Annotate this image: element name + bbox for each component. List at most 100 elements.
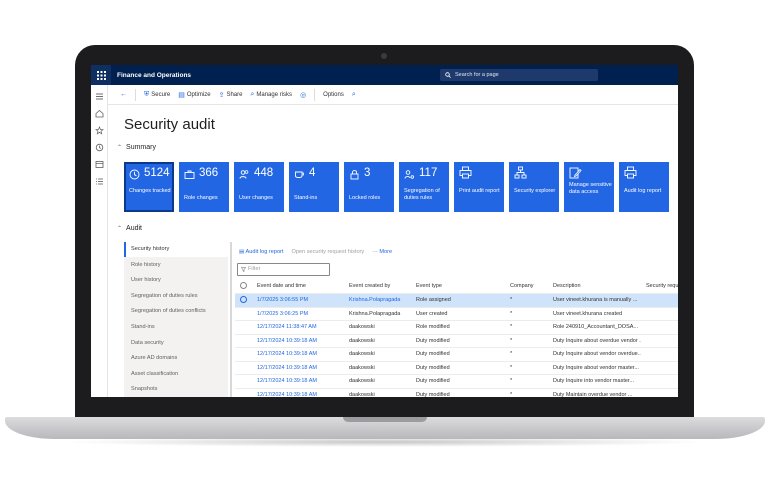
subnav-item-sod-conflicts[interactable]: Segregation of duties conflicts xyxy=(124,304,228,319)
event-date-link[interactable]: 1/7/2025 3:06:25 PM xyxy=(257,308,342,322)
app-launcher-icon[interactable] xyxy=(91,65,111,85)
subnav-item-role-history[interactable]: Role history xyxy=(124,258,228,273)
manage-risks-button[interactable]: ⌕ Manage risks xyxy=(250,91,292,99)
tile-value: 4 xyxy=(309,167,316,179)
more-button[interactable]: ··· More xyxy=(372,249,392,255)
audit-section-header[interactable]: ⌃ Audit xyxy=(117,225,142,232)
users-icon xyxy=(239,170,249,179)
home-icon[interactable] xyxy=(95,109,104,118)
workspaces-icon[interactable] xyxy=(95,160,104,169)
event-date-link[interactable]: 12/17/2024 11:38:47 AM xyxy=(257,321,342,335)
filter-input[interactable]: Filter xyxy=(237,263,330,276)
table-row[interactable]: 12/17/2024 11:38:47 AM daakowski Role mo… xyxy=(235,321,678,335)
description: Duty Inquire about vendor overdue... xyxy=(553,351,641,357)
tile-label: Role changes xyxy=(184,195,218,201)
star-icon[interactable] xyxy=(95,126,104,135)
hamburger-icon[interactable] xyxy=(95,92,104,101)
event-type: Role assigned xyxy=(416,297,451,303)
subnav-item-azure-ad-domains[interactable]: Azure AD domains xyxy=(124,351,228,366)
tile-user-changes[interactable]: 448 User changes xyxy=(234,162,284,212)
column-header[interactable]: Event type xyxy=(416,280,501,294)
event-created-by-link[interactable]: Krishna.Polapragada xyxy=(349,294,411,308)
tile-stand-ins[interactable]: 4 Stand-ins xyxy=(289,162,339,212)
description: Duty Maintain overdue vendor ... xyxy=(553,391,633,398)
column-header[interactable]: Event created by xyxy=(349,280,411,294)
optimize-label: Optimize xyxy=(186,91,211,98)
recent-clock-icon[interactable] xyxy=(95,143,104,152)
tile-segregation-rules[interactable]: 117 Segregation of duties rules xyxy=(399,162,449,212)
summary-section-header[interactable]: ⌃ Summary xyxy=(117,144,156,151)
share-button[interactable]: ⇪ Share xyxy=(219,91,243,99)
hierarchy-icon xyxy=(514,166,527,179)
tile-print-audit-report[interactable]: Print audit report xyxy=(454,162,504,212)
tile-role-changes[interactable]: 366 Role changes xyxy=(179,162,229,212)
open-security-request-history-button[interactable]: Open security request history xyxy=(291,249,364,255)
optimize-button[interactable]: ▤ Optimize xyxy=(178,91,210,99)
table-row[interactable]: 12/17/2024 10:39:18 AM daakowski Duty mo… xyxy=(235,348,678,362)
table-row[interactable]: 12/17/2024 10:39:18 AM daakowski Duty mo… xyxy=(235,362,678,376)
table-row[interactable]: 1/7/2025 3:06:55 PM Krishna.Polapragada … xyxy=(235,294,678,308)
print-icon xyxy=(459,166,472,179)
tile-security-explorer[interactable]: Security explorer xyxy=(509,162,559,212)
briefcase-icon xyxy=(184,170,195,179)
global-search-box[interactable]: Search for a page xyxy=(440,69,598,81)
description: Role 240910_Accountant_DOSA... xyxy=(553,324,639,330)
page-title: Security audit xyxy=(124,116,215,133)
select-all-radio[interactable] xyxy=(240,280,250,294)
table-row[interactable]: 12/17/2024 10:39:18 AM daakowski Duty mo… xyxy=(235,389,678,398)
event-type: Duty modified xyxy=(416,364,450,371)
divider xyxy=(314,88,316,101)
tile-value: 117 xyxy=(419,167,438,179)
tile-audit-log-report[interactable]: Audit log report xyxy=(619,162,669,212)
row-select-radio[interactable] xyxy=(240,294,250,308)
subnav-item-asset-classification[interactable]: Asset classification xyxy=(124,367,228,382)
event-type: Duty modified xyxy=(416,378,450,384)
subnav-item-user-history[interactable]: User history xyxy=(124,273,228,288)
tile-locked-roles[interactable]: 3 Locked roles xyxy=(344,162,394,212)
subnav-item-stand-ins[interactable]: Stand-ins xyxy=(124,320,228,335)
laptop-base xyxy=(5,417,765,439)
event-date-link[interactable]: 12/17/2024 10:39:18 AM xyxy=(257,362,342,376)
filter-icon xyxy=(241,267,246,272)
subnav-item-data-security[interactable]: Data security xyxy=(124,336,228,351)
event-type: Duty modified xyxy=(416,391,450,398)
audit-log-report-button[interactable]: ▤ Audit log report xyxy=(239,249,283,255)
table-row[interactable]: 12/17/2024 10:39:18 AM daakowski Duty mo… xyxy=(235,335,678,349)
summary-label: Summary xyxy=(126,144,156,151)
modules-list-icon[interactable] xyxy=(95,177,104,186)
event-date-link[interactable]: 12/17/2024 10:39:18 AM xyxy=(257,375,342,389)
table-row[interactable]: 1/7/2025 3:06:25 PM Krishna.Polapragada … xyxy=(235,308,678,322)
company: * xyxy=(510,351,513,357)
options-button[interactable]: Options xyxy=(323,92,344,98)
event-date-link[interactable]: 12/17/2024 10:39:18 AM xyxy=(257,335,342,349)
secure-button[interactable]: ⛨ Secure xyxy=(144,91,170,99)
office-button[interactable]: ◎ xyxy=(300,91,306,99)
subnav-item-sod-rules[interactable]: Segregation of duties rules xyxy=(124,289,228,304)
audit-label: Audit xyxy=(126,225,142,232)
document-icon: ▤ xyxy=(178,91,185,99)
event-date-link[interactable]: 1/7/2025 3:06:55 PM xyxy=(257,294,342,308)
lock-icon: ⛨ xyxy=(144,90,150,98)
subnav-item-security-history[interactable]: Security history xyxy=(124,242,228,257)
subnav-item-snapshots[interactable]: Snapshots xyxy=(124,382,228,397)
event-date-link[interactable]: 12/17/2024 10:39:18 AM xyxy=(257,389,342,398)
tile-label: Audit log report xyxy=(624,188,662,194)
event-type: Duty modified xyxy=(416,351,450,357)
search-command-button[interactable]: ⌕ xyxy=(352,91,356,99)
event-created-by: Krishna.Polapragada xyxy=(349,310,401,317)
tile-changes-tracked[interactable]: 5124 Changes tracked xyxy=(124,162,174,212)
column-header[interactable]: Event date and time xyxy=(257,280,342,294)
company: * xyxy=(510,364,513,371)
back-button[interactable]: ← xyxy=(120,91,127,98)
app-screen: Finance and Operations Search for a page… xyxy=(91,65,678,397)
column-header[interactable]: Company xyxy=(510,280,545,294)
column-header[interactable]: Description xyxy=(553,280,641,294)
tile-manage-sensitive-data[interactable]: Manage sensitive data access xyxy=(564,162,614,212)
audit-log-report-label: Audit log report xyxy=(245,249,284,255)
column-header[interactable]: Security reque xyxy=(646,280,678,294)
table-row[interactable]: 12/17/2024 10:39:18 AM daakowski Duty mo… xyxy=(235,375,678,389)
cup-icon xyxy=(295,171,304,178)
pane-divider[interactable] xyxy=(230,242,232,397)
event-date-link[interactable]: 12/17/2024 10:39:18 AM xyxy=(257,348,342,362)
options-label: Options xyxy=(323,91,344,98)
